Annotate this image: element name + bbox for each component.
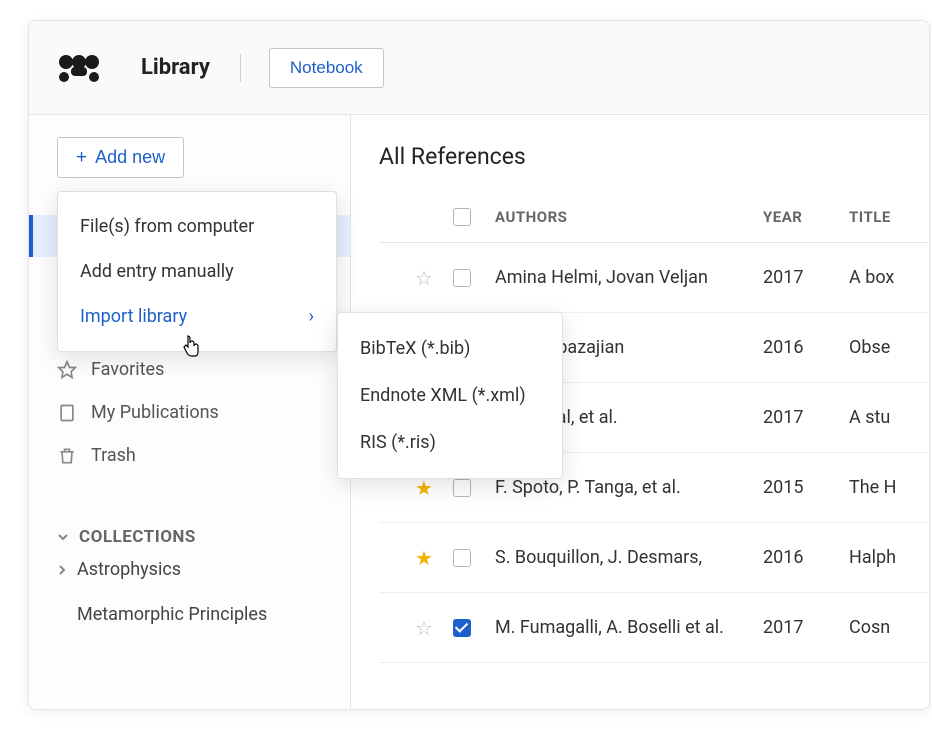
import-ris[interactable]: RIS (*.ris): [338, 419, 562, 466]
menu-files-from-computer[interactable]: File(s) from computer: [58, 204, 336, 249]
topbar-divider: [240, 54, 241, 82]
col-year[interactable]: YEAR: [763, 208, 849, 226]
row-checkbox[interactable]: [453, 479, 471, 497]
cell-year: 2017: [763, 407, 849, 428]
cell-authors: Amina Helmi, Jovan Veljan: [495, 267, 763, 288]
mendeley-logo-icon: [57, 53, 101, 83]
table-header: AUTHORS YEAR TITLE: [379, 208, 929, 243]
collection-label: Astrophysics: [77, 559, 181, 580]
table-row[interactable]: ★ S. Bouquillon, J. Desmars,2016Halph: [379, 523, 929, 593]
sidebar-item-trash[interactable]: Trash: [57, 434, 322, 477]
star-icon[interactable]: ☆: [415, 616, 433, 640]
chevron-right-icon: ›: [309, 306, 314, 327]
cell-year: 2016: [763, 337, 849, 358]
cell-year: 2015: [763, 477, 849, 498]
cell-year: 2016: [763, 547, 849, 568]
menu-add-manually[interactable]: Add entry manually: [58, 249, 336, 294]
cell-authors: F. Spoto, P. Tanga, et al.: [495, 477, 763, 498]
sidebar-item-label: Favorites: [91, 359, 164, 380]
add-new-menu: File(s) from computer Add entry manually…: [57, 191, 337, 352]
add-new-button[interactable]: + Add new: [57, 137, 184, 178]
cell-title: A box: [849, 267, 929, 288]
trash-icon: [57, 446, 77, 466]
caret-right-icon: [57, 565, 67, 575]
sidebar-item-favorites[interactable]: Favorites: [57, 348, 322, 391]
import-endnote[interactable]: Endnote XML (*.xml): [338, 372, 562, 419]
sidebar-item-label: My Publications: [91, 402, 219, 423]
page-title: All References: [379, 143, 929, 170]
collections-header[interactable]: COLLECTIONS: [29, 527, 350, 547]
cell-year: 2017: [763, 267, 849, 288]
menu-import-library[interactable]: Import library ›: [58, 294, 336, 339]
star-icon[interactable]: ★: [415, 476, 433, 500]
star-icon[interactable]: ☆: [415, 266, 433, 290]
star-icon: [57, 360, 77, 380]
col-title[interactable]: TITLE: [849, 208, 929, 226]
menu-import-label: Import library: [80, 306, 187, 327]
import-bibtex[interactable]: BibTeX (*.bib): [338, 325, 562, 372]
caret-down-icon: [57, 531, 69, 543]
cell-authors: S. Bouquillon, J. Desmars,: [495, 547, 763, 568]
cell-year: 2017: [763, 617, 849, 638]
collection-astrophysics[interactable]: Astrophysics: [29, 547, 350, 592]
row-checkbox[interactable]: [453, 619, 471, 637]
table-row[interactable]: ☆ Amina Helmi, Jovan Veljan2017A box: [379, 243, 929, 313]
import-submenu: BibTeX (*.bib) Endnote XML (*.xml) RIS (…: [337, 312, 563, 479]
star-icon[interactable]: ★: [415, 546, 433, 570]
cell-authors: M. Fumagalli, A. Boselli et al.: [495, 617, 763, 638]
sidebar-item-label: Trash: [91, 445, 136, 466]
col-authors[interactable]: AUTHORS: [495, 208, 763, 226]
plus-icon: +: [76, 148, 87, 167]
sidebar-item-publications[interactable]: My Publications: [57, 391, 322, 434]
cell-title: Obse: [849, 337, 929, 358]
cell-title: A stu: [849, 407, 929, 428]
row-checkbox[interactable]: [453, 549, 471, 567]
select-all-checkbox[interactable]: [453, 208, 471, 226]
table-row[interactable]: ☆ M. Fumagalli, A. Boselli et al.2017Cosn: [379, 593, 929, 663]
library-title: Library: [141, 55, 210, 80]
document-icon: [57, 403, 77, 423]
add-new-label: Add new: [95, 147, 165, 168]
notebook-button[interactable]: Notebook: [269, 48, 384, 88]
collection-metamorphic[interactable]: Metamorphic Principles: [29, 592, 350, 637]
collection-label: Metamorphic Principles: [77, 604, 267, 625]
cell-title: Halph: [849, 547, 929, 568]
row-checkbox[interactable]: [453, 269, 471, 287]
collections-label: COLLECTIONS: [79, 527, 196, 547]
cell-title: Cosn: [849, 617, 929, 638]
cell-title: The H: [849, 477, 929, 498]
